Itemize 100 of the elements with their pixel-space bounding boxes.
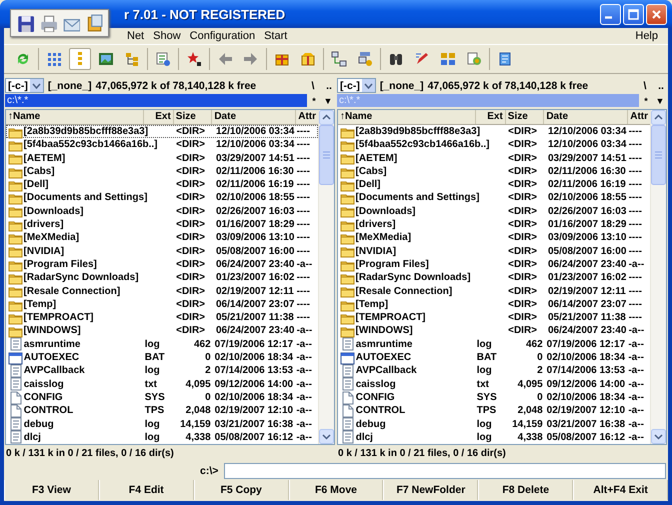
column-header[interactable]: Date xyxy=(212,110,296,124)
file-row[interactable]: [drivers] <DIR> 01/16/2007 18:29 ---- xyxy=(338,218,650,232)
file-row[interactable]: [AETEM] <DIR> 03/29/2007 14:51 ---- xyxy=(338,152,650,165)
file-row[interactable]: [MeXMedia] <DIR> 03/09/2006 13:10 ---- xyxy=(338,231,650,245)
file-row[interactable]: [5f4baa552c93cb1466a16b..] <DIR> 12/10/2006 03:34 ---- xyxy=(6,138,318,152)
parent-button[interactable]: .. xyxy=(323,80,335,92)
file-row[interactable]: [5f4baa552c93cb1466a16b..] <DIR> 12/10/2006 03:34 ---- xyxy=(338,138,650,152)
file-row[interactable]: [Temp] <DIR> 06/14/2007 23:07 ---- xyxy=(338,298,650,312)
menu-item[interactable]: Net xyxy=(124,30,148,42)
column-header[interactable]: Date xyxy=(544,110,628,124)
scroll-thumb[interactable] xyxy=(651,125,666,185)
function-key-button[interactable]: F8 Delete xyxy=(478,480,574,500)
file-row[interactable]: dlcj log 4,338 05/08/2007 16:12 -a-- xyxy=(338,430,650,444)
function-key-button[interactable]: F5 Copy xyxy=(194,480,289,500)
scroll-up-button[interactable] xyxy=(319,110,334,125)
file-attributes: ---- xyxy=(296,152,311,165)
file-row[interactable]: [2a8b39d9b85bcfff88e3a3] <DIR> 12/10/2006 03:34 ---- xyxy=(6,125,318,138)
drive-dropdown[interactable]: [-c-] xyxy=(5,78,44,93)
file-row[interactable]: [AETEM] <DIR> 03/29/2007 14:51 ---- xyxy=(6,152,318,165)
file-row[interactable]: [Cabs] <DIR> 02/11/2006 16:30 ---- xyxy=(6,164,318,178)
file-date: 07/14/2006 13:53 xyxy=(546,364,626,378)
file-row[interactable]: CONTROL TPS 2,048 02/19/2007 12:10 -a-- xyxy=(338,404,650,418)
scroll-thumb[interactable] xyxy=(319,125,334,185)
file-row[interactable]: debug log 14,159 03/21/2007 16:38 -a-- xyxy=(6,418,318,431)
column-header[interactable]: ↑Name xyxy=(338,110,476,124)
parent-button[interactable]: .. xyxy=(655,80,667,92)
file-row[interactable]: [Resale Connection] <DIR> 02/19/2007 12:11 ---- xyxy=(338,284,650,298)
file-row[interactable]: [Cabs] <DIR> 02/11/2006 16:30 ---- xyxy=(338,164,650,178)
root-button[interactable]: \ xyxy=(639,80,651,92)
function-key-button[interactable]: F4 Edit xyxy=(98,480,194,500)
function-key-button[interactable]: F7 NewFolder xyxy=(383,480,478,500)
column-header[interactable]: Ext xyxy=(144,110,174,124)
maximize-button[interactable] xyxy=(623,4,644,24)
file-row[interactable]: [2a8b39d9b85bcfff88e3a3] <DIR> 12/10/2006 03:34 ---- xyxy=(338,125,650,138)
column-header[interactable]: Size xyxy=(174,110,212,124)
minimize-button[interactable] xyxy=(600,4,621,24)
file-extension: txt xyxy=(476,378,490,391)
drive-dropdown[interactable]: [-c-] xyxy=(337,78,376,93)
menu-item[interactable]: Configuration xyxy=(186,30,258,42)
column-header[interactable]: Attr xyxy=(296,110,318,124)
column-header[interactable]: Size xyxy=(506,110,544,124)
file-row[interactable]: CONFIG SYS 0 02/10/2006 18:34 -a-- xyxy=(6,390,318,404)
scroll-up-button[interactable] xyxy=(651,110,666,125)
menu-item[interactable]: Start xyxy=(261,30,290,42)
file-attributes: ---- xyxy=(628,284,643,298)
column-header[interactable]: Attr xyxy=(628,110,650,124)
file-row[interactable]: CONTROL TPS 2,048 02/19/2007 12:10 -a-- xyxy=(6,404,318,418)
close-button[interactable] xyxy=(646,4,667,24)
file-row[interactable]: [NVIDIA] <DIR> 05/08/2007 16:00 ---- xyxy=(6,244,318,258)
file-row[interactable]: [Downloads] <DIR> 02/26/2007 16:03 ---- xyxy=(6,204,318,218)
file-row[interactable]: caisslog txt 4,095 09/12/2006 14:00 -a-- xyxy=(338,378,650,391)
function-key-button[interactable]: F6 Move xyxy=(288,480,384,500)
column-header[interactable]: ↑Name xyxy=(6,110,144,124)
file-row[interactable]: debug log 14,159 03/21/2007 16:38 -a-- xyxy=(338,418,650,431)
file-row[interactable]: [Dell] <DIR> 02/11/2006 16:19 ---- xyxy=(338,178,650,192)
file-row[interactable]: [Downloads] <DIR> 02/26/2007 16:03 ---- xyxy=(338,204,650,218)
root-button[interactable]: \ xyxy=(307,80,319,92)
file-row[interactable]: [WINDOWS] <DIR> 06/24/2007 23:40 -a-- xyxy=(6,324,318,338)
file-row[interactable]: AVPCallback log 2 07/14/2006 13:53 -a-- xyxy=(338,364,650,378)
history-button[interactable]: ▼ xyxy=(321,96,335,106)
file-row[interactable]: AUTOEXEC BAT 0 02/10/2006 18:34 -a-- xyxy=(338,351,650,364)
file-row[interactable]: [RadarSync Downloads] <DIR> 01/23/2007 16:02 ---- xyxy=(338,271,650,285)
file-row[interactable]: [WINDOWS] <DIR> 06/24/2007 23:40 -a-- xyxy=(338,324,650,338)
file-attributes: ---- xyxy=(628,231,643,245)
file-row[interactable]: [MeXMedia] <DIR> 03/09/2006 13:10 ---- xyxy=(6,231,318,245)
function-key-button[interactable]: Alt+F4 Exit xyxy=(573,480,668,500)
file-row[interactable]: CONFIG SYS 0 02/10/2006 18:34 -a-- xyxy=(338,390,650,404)
scroll-down-button[interactable] xyxy=(319,429,334,444)
menu-item[interactable]: Help xyxy=(632,30,661,42)
column-header[interactable]: Ext xyxy=(476,110,506,124)
file-name: [TEMPROACT] xyxy=(356,311,427,324)
file-row[interactable]: [drivers] <DIR> 01/16/2007 18:29 ---- xyxy=(6,218,318,232)
menu-item[interactable]: Show xyxy=(150,30,184,42)
file-row[interactable]: caisslog txt 4,095 09/12/2006 14:00 -a-- xyxy=(6,378,318,391)
filter-button[interactable]: * xyxy=(307,96,321,106)
file-row[interactable]: AUTOEXEC BAT 0 02/10/2006 18:34 -a-- xyxy=(6,351,318,364)
file-row[interactable]: [Temp] <DIR> 06/14/2007 23:07 ---- xyxy=(6,298,318,312)
file-row[interactable]: [Documents and Settings] <DIR> 02/10/2006 18:55 ---- xyxy=(338,191,650,205)
file-row[interactable]: dlcj log 4,338 05/08/2007 16:12 -a-- xyxy=(6,430,318,444)
file-size: <DIR> xyxy=(507,231,538,245)
file-row[interactable]: AVPCallback log 2 07/14/2006 13:53 -a-- xyxy=(6,364,318,378)
file-row[interactable]: [Resale Connection] <DIR> 02/19/2007 12:11 ---- xyxy=(6,284,318,298)
file-row[interactable]: asmruntime log 462 07/19/2006 12:17 -a-- xyxy=(6,338,318,352)
command-line-field[interactable] xyxy=(224,462,666,479)
file-extension: log xyxy=(476,418,493,431)
history-button[interactable]: ▼ xyxy=(653,96,667,106)
file-row[interactable]: [Dell] <DIR> 02/11/2006 16:19 ---- xyxy=(6,178,318,192)
file-row[interactable]: [Program Files] <DIR> 06/24/2007 23:40 -a-- xyxy=(338,258,650,272)
function-key-button[interactable]: F3 View xyxy=(4,480,99,500)
filter-button[interactable]: * xyxy=(639,96,653,106)
file-row[interactable]: [TEMPROACT] <DIR> 05/21/2007 11:38 ---- xyxy=(6,311,318,324)
file-row[interactable]: [NVIDIA] <DIR> 05/08/2007 16:00 ---- xyxy=(338,244,650,258)
file-attributes: -a-- xyxy=(296,404,313,418)
file-row[interactable]: [TEMPROACT] <DIR> 05/21/2007 11:38 ---- xyxy=(338,311,650,324)
file-row[interactable]: [RadarSync Downloads] <DIR> 01/23/2007 16:02 ---- xyxy=(6,271,318,285)
file-row[interactable]: asmruntime log 462 07/19/2006 12:17 -a-- xyxy=(338,338,650,352)
file-row[interactable]: [Documents and Settings] <DIR> 02/10/2006 18:55 ---- xyxy=(6,191,318,205)
scroll-down-button[interactable] xyxy=(651,429,666,444)
file-row[interactable]: [Program Files] <DIR> 06/24/2007 23:40 -a-- xyxy=(6,258,318,272)
file-name: [TEMPROACT] xyxy=(24,311,95,324)
